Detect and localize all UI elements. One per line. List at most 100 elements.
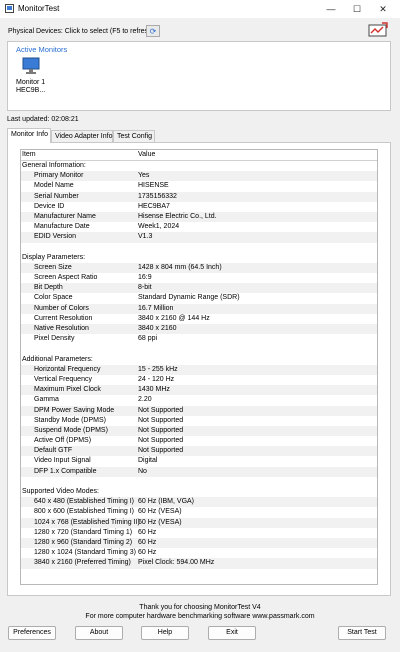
row-value: Digital xyxy=(138,457,158,465)
minimize-button[interactable]: — xyxy=(320,2,342,16)
row-value: 60 Hz (IBM, VGA) xyxy=(138,498,195,506)
title-bar: MonitorTest — ☐ ✕ xyxy=(0,0,400,18)
row-item: Video Input Signal xyxy=(34,457,91,465)
section-title: Additional Parameters: xyxy=(22,355,93,363)
row-item: Number of Colors xyxy=(34,304,89,312)
tab-test-config[interactable]: Test Config xyxy=(113,130,155,142)
table-row[interactable]: Model Name HISENSE xyxy=(21,181,377,191)
table-row[interactable]: EDID Version V1.3 xyxy=(21,232,377,243)
monitor-id: HEC9B... xyxy=(16,87,46,94)
row-item: Screen Size xyxy=(34,263,72,271)
table-row[interactable]: Device ID HEC9BA7 xyxy=(21,202,377,212)
table-row[interactable]: 3840 x 2160 (Preferred Timing) Pixel Cloc… xyxy=(21,558,377,569)
row-value: 16.7 Million xyxy=(138,304,174,312)
row-item: Manufacture Date xyxy=(34,223,90,231)
table-row[interactable]: Number of Colors 16.7 Million xyxy=(21,303,377,314)
table-row[interactable]: Standby Mode (DPMS) Not Supported xyxy=(21,416,377,426)
help-button[interactable]: Help xyxy=(141,626,189,640)
row-value: Not Supported xyxy=(138,416,184,424)
table-row[interactable]: Bit Depth 8-bit xyxy=(21,283,377,294)
table-row[interactable]: Vertical Frequency 24 - 120 Hz xyxy=(21,375,377,385)
row-value: 3840 x 2160 @ 144 Hz xyxy=(138,314,210,322)
table-row[interactable]: DPM Power Saving Mode Not Supported xyxy=(21,405,377,416)
preferences-button[interactable]: Preferences xyxy=(8,626,56,640)
row-value: 60 Hz (VESA) xyxy=(138,508,182,516)
row-item: Serial Number xyxy=(34,192,79,200)
row-value: Yes xyxy=(138,172,150,180)
table-row[interactable]: 640 x 480 (Established Timing I) 60 Hz (I… xyxy=(21,497,377,508)
row-item: Active Off (DPMS) xyxy=(34,437,92,445)
about-button[interactable]: About xyxy=(75,626,123,640)
start-test-button[interactable]: Start Test xyxy=(338,626,386,640)
active-monitors-title: Active Monitors xyxy=(16,45,68,54)
row-value: Hisense Electric Co., Ltd. xyxy=(138,212,217,220)
row-value: HEC9BA7 xyxy=(138,202,170,210)
row-value: Not Supported xyxy=(138,437,184,445)
table-row[interactable]: 800 x 600 (Established Timing I) 60 Hz (V… xyxy=(21,507,377,517)
row-item: Default GTF xyxy=(34,447,73,455)
row-value: V1.3 xyxy=(138,233,153,241)
row-item: Manufacturer Name xyxy=(34,212,96,220)
row-item: Maximum Pixel Clock xyxy=(34,386,101,394)
row-item: 640 x 480 (Established Timing I) xyxy=(34,498,134,506)
table-row[interactable]: DFP 1.x Compatible No xyxy=(21,466,377,477)
row-value: 1428 x 804 mm (64.5 Inch) xyxy=(138,263,222,271)
section-title: Display Parameters: xyxy=(22,253,86,261)
table-row[interactable]: 1024 x 768 (Established Timing II) 60 Hz … xyxy=(21,517,377,528)
row-item: Standby Mode (DPMS) xyxy=(34,416,106,424)
row-value: Not Supported xyxy=(138,406,184,414)
table-row[interactable]: Horizontal Frequency 15 - 255 kHz xyxy=(21,364,377,375)
table-row[interactable]: Default GTF Not Supported xyxy=(21,446,377,457)
table-row[interactable]: Current Resolution 3840 x 2160 @ 144 Hz xyxy=(21,314,377,324)
row-value: No xyxy=(138,467,147,475)
table-row[interactable]: Manufacturer Name Hisense Electric Co., L… xyxy=(21,211,377,223)
row-item: Primary Monitor xyxy=(34,172,84,180)
table-row[interactable]: Gamma 2.20 xyxy=(21,395,377,405)
spacer-row xyxy=(21,476,377,487)
footer-link: For more computer hardware benchmarking … xyxy=(85,613,315,620)
table-row[interactable]: Suspend Mode (DPMS) Not Supported xyxy=(21,425,377,437)
table-row[interactable]: Screen Aspect Ratio 16:9 xyxy=(21,273,377,283)
grid-body: General Information: Primary Monitor Yes Mo… xyxy=(21,161,377,569)
row-value: 8-bit xyxy=(138,284,152,292)
table-row[interactable]: Screen Size 1428 x 804 mm (64.5 Inch) xyxy=(21,262,377,274)
maximize-button[interactable]: ☐ xyxy=(346,2,368,16)
row-item: 1280 x 1024 (Standard Timing 3) xyxy=(34,549,136,557)
table-row[interactable]: Serial Number 1735156332 xyxy=(21,191,377,202)
monitor-info-grid[interactable]: Item Value General Information: Primary M… xyxy=(20,149,378,585)
row-value: 24 - 120 Hz xyxy=(138,375,175,383)
row-item: 1024 x 768 (Established Timing II) xyxy=(34,518,140,526)
table-row[interactable]: Pixel Density 68 ppi xyxy=(21,334,377,344)
spacer-row xyxy=(21,344,377,355)
table-row[interactable]: 1280 x 960 (Standard Timing 2) 60 Hz xyxy=(21,537,377,549)
table-row[interactable]: 1280 x 720 (Standard Timing 1) 60 Hz xyxy=(21,528,377,538)
row-value: 60 Hz xyxy=(138,538,157,546)
row-value: Week1, 2024 xyxy=(138,223,180,231)
table-row[interactable]: Primary Monitor Yes xyxy=(21,171,377,182)
row-value: 68 ppi xyxy=(138,335,158,343)
row-item: DFP 1.x Compatible xyxy=(34,467,97,475)
section-title: General Information: xyxy=(22,162,86,169)
row-value: 60 Hz (VESA) xyxy=(138,518,182,526)
header-value: Value xyxy=(138,151,156,158)
tab-video-adapter-info[interactable]: Video Adapter Info xyxy=(51,130,113,142)
refresh-button[interactable]: ⟳ xyxy=(146,25,160,37)
row-value: 16:9 xyxy=(138,274,152,282)
row-item: Bit Depth xyxy=(34,284,63,292)
table-row[interactable]: Maximum Pixel Clock 1430 MHz xyxy=(21,385,377,396)
table-row[interactable]: Video Input Signal Digital xyxy=(21,456,377,466)
table-row[interactable]: 1280 x 1024 (Standard Timing 3) 60 Hz xyxy=(21,548,377,558)
table-row[interactable]: Manufacture Date Week1, 2024 xyxy=(21,222,377,232)
close-button[interactable]: ✕ xyxy=(372,2,394,16)
row-value: Pixel Clock: 594.00 MHz xyxy=(138,559,215,567)
table-row[interactable]: Active Off (DPMS) Not Supported xyxy=(21,436,377,446)
row-item: Screen Aspect Ratio xyxy=(34,274,98,282)
tab-monitor-info[interactable]: Monitor Info xyxy=(7,128,51,143)
monitor-1-label: Monitor 1 HEC9B... xyxy=(16,79,45,95)
table-row[interactable]: Color Space Standard Dynamic Range (SDR) xyxy=(21,293,377,303)
row-item: 3840 x 2160 (Preferred Timing) xyxy=(34,559,131,567)
row-item: 800 x 600 (Established Timing I) xyxy=(34,508,134,516)
row-value: 3840 x 2160 xyxy=(138,325,177,332)
exit-button[interactable]: Exit xyxy=(208,626,256,640)
table-row[interactable]: Native Resolution 3840 x 2160 xyxy=(21,324,377,335)
